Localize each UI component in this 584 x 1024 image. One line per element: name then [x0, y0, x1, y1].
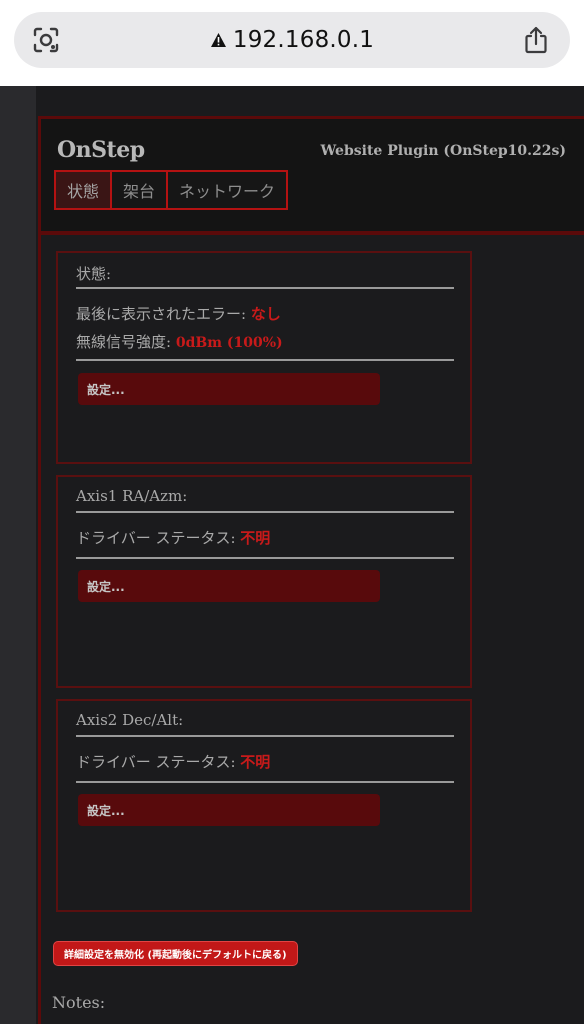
- disable-advanced-settings-button[interactable]: 詳細設定を無効化 (再起動後にデフォルトに戻る): [53, 941, 298, 966]
- axis1-panel: Axis1 RA/Azm: ドライバー ステータス: 不明 設定...: [56, 475, 472, 688]
- axis1-driver-status-label: ドライバー ステータス:: [76, 529, 241, 547]
- status-settings-button[interactable]: 設定...: [78, 373, 380, 405]
- last-error-value: なし: [250, 305, 281, 323]
- page: OnStep Website Plugin (OnStep10.22s) 状態 …: [0, 86, 584, 1024]
- divider: [76, 359, 454, 361]
- divider: [76, 287, 454, 289]
- last-error-line: 最後に表示されたエラー: なし: [76, 303, 281, 324]
- last-error-label: 最後に表示されたエラー:: [76, 305, 251, 323]
- share-icon[interactable]: [522, 25, 550, 55]
- plugin-version: Website Plugin (OnStep10.22s): [320, 143, 566, 159]
- axis2-panel: Axis2 Dec/Alt: ドライバー ステータス: 不明 設定...: [56, 699, 472, 912]
- axis1-settings-button[interactable]: 設定...: [78, 570, 380, 602]
- divider: [76, 511, 454, 513]
- axis2-driver-status-value: 不明: [240, 753, 271, 771]
- divider: [76, 557, 454, 559]
- signal-strength-line: 無線信号強度: 0dBm (100%): [76, 331, 283, 352]
- tab-status[interactable]: 状態: [54, 170, 113, 210]
- tab-bar: 状態 架台 ネットワーク: [54, 170, 289, 210]
- page-header: OnStep Website Plugin (OnStep10.22s) 状態 …: [38, 116, 584, 234]
- panel-title: Axis1 RA/Azm:: [76, 487, 188, 505]
- url-text: 192.168.0.1: [232, 27, 375, 53]
- divider: [76, 735, 454, 737]
- axis1-driver-status-line: ドライバー ステータス: 不明: [76, 527, 270, 548]
- axis2-driver-status-label: ドライバー ステータス:: [76, 753, 241, 771]
- browser-chrome: 192.168.0.1: [0, 0, 584, 86]
- left-gutter: [0, 86, 36, 1024]
- notes-label: Notes:: [52, 993, 106, 1012]
- tab-mount[interactable]: 架台: [110, 170, 169, 210]
- signal-strength-label: 無線信号強度:: [76, 333, 176, 351]
- address-bar[interactable]: 192.168.0.1: [14, 12, 570, 68]
- panel-title: 状態:: [76, 265, 112, 283]
- tab-network[interactable]: ネットワーク: [166, 170, 289, 210]
- divider: [76, 781, 454, 783]
- brand-title: OnStep: [57, 137, 145, 163]
- axis2-driver-status-line: ドライバー ステータス: 不明: [76, 751, 270, 772]
- axis1-driver-status-value: 不明: [240, 529, 271, 547]
- status-panel: 状態: 最後に表示されたエラー: なし 無線信号強度: 0dBm (100%) …: [56, 251, 472, 464]
- axis2-settings-button[interactable]: 設定...: [78, 794, 380, 826]
- warning-icon: [210, 33, 226, 47]
- signal-strength-value: 0dBm (100%): [175, 335, 283, 351]
- panel-title: Axis2 Dec/Alt:: [76, 711, 184, 729]
